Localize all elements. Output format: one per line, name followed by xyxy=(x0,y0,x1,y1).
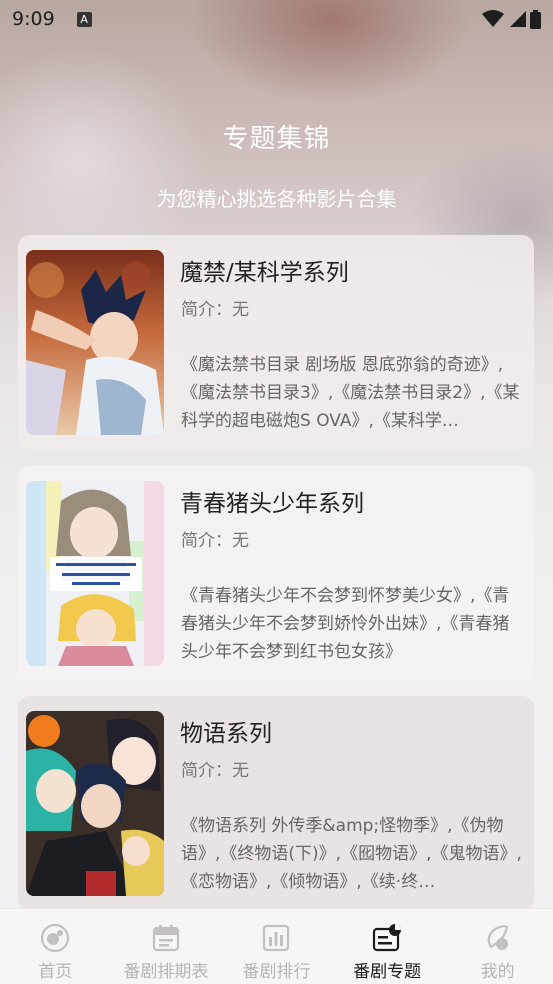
card-description: 《魔法禁书目录 剧场版 恩底弥翁的奇迹》,《魔法禁书目录3》,《魔法禁书目录2》… xyxy=(181,355,520,431)
nav-item-home[interactable]: 首页 xyxy=(0,909,111,984)
bottom-nav: 首页 番剧排期表 番剧排行 番剧专题 我的 xyxy=(0,908,553,984)
nav-label: 番剧排期表 xyxy=(123,962,209,982)
poster-image xyxy=(26,711,164,896)
nav-item-ranking[interactable]: 番剧排行 xyxy=(221,909,332,984)
card-title: 物语系列 xyxy=(180,721,272,747)
status-time: 9:09 xyxy=(12,8,55,30)
topic-card-index[interactable]: 魔禁/某科学系列 简介：无 《魔法禁书目录 剧场版 恩底弥翁的奇迹》,《魔法禁书… xyxy=(18,235,534,450)
card-intro: 简介：无 xyxy=(181,761,249,781)
card-intro: 简介：无 xyxy=(181,300,249,320)
nav-label: 首页 xyxy=(38,962,73,982)
home-icon xyxy=(41,923,70,953)
poster-image xyxy=(26,250,164,435)
nav-label: 番剧排行 xyxy=(242,962,311,982)
page-subtitle: 为您精心挑选各种影片合集 xyxy=(156,187,397,211)
page-title: 专题集锦 xyxy=(222,124,331,154)
card-title: 魔禁/某科学系列 xyxy=(180,260,349,286)
notification-a-icon: A xyxy=(76,11,92,27)
poster-image xyxy=(26,481,164,666)
cellular-signal-icon xyxy=(510,11,526,27)
nav-label: 我的 xyxy=(480,962,515,982)
profile-icon xyxy=(487,925,508,950)
ranking-icon xyxy=(263,924,290,952)
nav-label: 番剧专题 xyxy=(353,962,422,982)
topic-card-bunny[interactable]: 青春猪头少年系列 简介：无 《青春猪头少年不会梦到怀梦美少女》,《青春猪头少年不… xyxy=(18,466,534,681)
card-description: 《青春猪头少年不会梦到怀梦美少女》,《青春猪头少年不会梦到娇怜外出妹》,《青春猪… xyxy=(181,586,510,662)
topic-icon xyxy=(372,924,402,952)
card-title: 青春猪头少年系列 xyxy=(180,491,364,517)
battery-icon xyxy=(530,9,541,29)
wifi-icon xyxy=(482,10,504,27)
nav-item-profile[interactable]: 我的 xyxy=(442,909,553,984)
nav-item-schedule[interactable]: 番剧排期表 xyxy=(111,909,222,984)
status-icons xyxy=(482,9,541,29)
card-intro: 简介：无 xyxy=(181,531,249,551)
card-description: 《物语系列 外传季&amp;怪物季》,《伪物语》,《终物语(下)》,《囮物语》,… xyxy=(181,816,522,892)
nav-item-topics[interactable]: 番剧专题 xyxy=(332,909,443,984)
calendar-icon xyxy=(152,925,179,952)
status-bar: 9:09 A xyxy=(0,0,553,38)
topic-card-monogatari[interactable]: 物语系列 简介：无 《物语系列 外传季&amp;怪物季》,《伪物语》,《终物语(… xyxy=(18,696,534,911)
